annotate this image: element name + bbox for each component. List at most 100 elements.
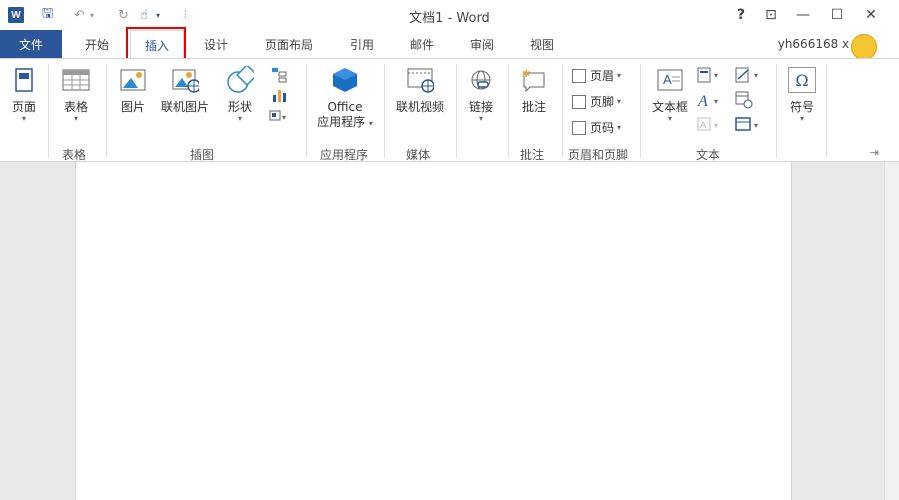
table-button[interactable]: 表格 ▾ — [56, 62, 96, 123]
symbol-caret-icon: ▾ — [799, 114, 804, 123]
footer-button[interactable]: 页脚 ▾ — [572, 93, 621, 110]
comment-label: 批注 — [521, 100, 546, 114]
pictures-button[interactable]: 图片 — [114, 62, 152, 114]
smartart-icon[interactable] — [265, 66, 293, 84]
tab-page-layout[interactable]: 页面布局 — [252, 30, 326, 58]
object-icon[interactable]: ▾ — [735, 117, 758, 131]
textbox-caret-icon: ▾ — [667, 114, 672, 123]
table-label: 表格 — [63, 100, 88, 114]
comments-group-label: 批注 — [520, 148, 545, 162]
chart-icon[interactable] — [265, 86, 293, 104]
table-caret-icon: ▾ — [73, 114, 78, 123]
page-number-label: 页码 — [590, 121, 615, 135]
tab-review[interactable]: 审阅 — [456, 30, 508, 58]
help-button[interactable]: ? — [728, 4, 754, 26]
comment-icon: ✱ — [520, 66, 548, 94]
svg-text:A: A — [700, 121, 707, 131]
textbox-button[interactable]: A 文本框 ▾ — [648, 62, 692, 123]
vertical-scrollbar[interactable] — [884, 162, 899, 500]
svg-text:▾: ▾ — [714, 71, 718, 80]
office-apps-caret-icon: ▾ — [368, 119, 373, 128]
pictures-label: 图片 — [120, 100, 145, 114]
symbol-button[interactable]: Ω 符号 ▾ — [784, 62, 820, 123]
tab-home[interactable]: 开始 — [70, 30, 124, 58]
maximize-button[interactable]: ☐ — [824, 4, 850, 26]
table-icon — [62, 66, 90, 94]
group-divider — [826, 64, 827, 158]
svg-text:▾: ▾ — [282, 113, 286, 122]
tab-design[interactable]: 设计 — [190, 30, 242, 58]
footer-icon — [572, 94, 586, 109]
office-apps-button[interactable]: Office 应用程序 ▾ — [312, 62, 378, 131]
page-number-button[interactable]: 页码 ▾ — [572, 119, 621, 136]
tab-file[interactable]: 文件 — [0, 30, 62, 58]
illustrations-group-label: 插图 — [190, 148, 215, 162]
header-label: 页眉 — [590, 69, 615, 83]
office-apps-label-row: 应用程序 ▾ — [317, 115, 373, 131]
tab-references[interactable]: 引用 — [336, 30, 388, 58]
tab-view[interactable]: 视图 — [516, 30, 568, 58]
comment-button[interactable]: ✱ 批注 — [514, 62, 554, 114]
shapes-caret-icon: ▾ — [237, 114, 242, 123]
group-divider — [48, 64, 49, 158]
header-icon — [572, 68, 586, 83]
page-number-icon — [572, 120, 586, 135]
svg-text:▾: ▾ — [714, 97, 718, 106]
links-label: 链接 — [468, 100, 493, 114]
footer-caret-icon: ▾ — [617, 97, 622, 106]
shapes-button[interactable]: 形状 ▾ — [220, 62, 260, 123]
quick-parts-icon[interactable]: ▾ — [697, 67, 718, 83]
svg-text:▾: ▾ — [754, 121, 758, 130]
ribbon-display-options-button[interactable]: ⊡ — [758, 4, 784, 26]
text-tools-grid: ▾ ▾ A ▾ A ▾ ▾ — [696, 66, 770, 138]
links-button[interactable]: 链接 ▾ — [460, 62, 502, 123]
online-pictures-button[interactable]: 联机图片 — [156, 62, 214, 114]
online-video-label: 联机视频 — [395, 100, 444, 114]
group-divider — [508, 64, 509, 158]
svg-text:▾: ▾ — [714, 121, 718, 130]
online-video-button[interactable]: 联机视频 — [390, 62, 450, 114]
office-apps-label-line2: 应用程序 — [317, 115, 366, 129]
online-pictures-label: 联机图片 — [160, 100, 209, 114]
group-divider — [106, 64, 107, 158]
header-button[interactable]: 页眉 ▾ — [572, 67, 621, 84]
online-picture-icon — [171, 66, 199, 94]
user-name[interactable]: yh666168 x — [778, 37, 849, 51]
textbox-label: 文本框 — [651, 100, 688, 114]
office-apps-icon — [331, 66, 359, 94]
svg-text:A: A — [663, 72, 672, 87]
avatar[interactable] — [851, 34, 877, 60]
group-divider — [562, 64, 563, 158]
tab-mailings[interactable]: 邮件 — [396, 30, 448, 58]
group-divider — [456, 64, 457, 158]
shapes-icon — [226, 66, 254, 94]
insert-tab-highlight — [126, 27, 186, 60]
shapes-label: 形状 — [227, 100, 252, 114]
textbox-icon: A — [656, 66, 684, 94]
office-apps-label-line1: Office — [327, 100, 363, 114]
drop-cap-icon[interactable]: A ▾ — [697, 117, 718, 131]
user-account[interactable]: yh666168 x ▾ — [778, 37, 857, 51]
group-divider — [306, 64, 307, 158]
minimize-button[interactable]: — — [790, 4, 816, 26]
pin-ribbon-icon[interactable]: ⇥ — [870, 146, 879, 159]
document-page[interactable] — [75, 162, 792, 500]
close-button[interactable]: ✕ — [858, 4, 884, 26]
signature-line-icon[interactable]: ▾ — [735, 67, 758, 83]
pages-button[interactable]: 页面 ▾ — [8, 62, 40, 123]
date-time-icon[interactable] — [735, 91, 753, 109]
page-number-caret-icon: ▾ — [617, 123, 622, 132]
wordart-icon[interactable]: A ▾ — [697, 93, 718, 110]
header-caret-icon: ▾ — [617, 71, 622, 80]
svg-text:✱: ✱ — [522, 69, 530, 80]
pages-caret-icon: ▾ — [21, 114, 26, 123]
illustration-extras[interactable]: ▾ — [264, 62, 294, 124]
title-bar: W 🖫 ↶ ▾ ↻ ☝ ▾ ⫶ 文档1 - Word ? ⊡ — ☐ ✕ — [0, 0, 899, 30]
svg-text:A: A — [697, 93, 708, 110]
omega-icon: Ω — [788, 66, 816, 94]
group-divider — [640, 64, 641, 158]
pages-label: 页面 — [11, 100, 36, 114]
screenshot-icon[interactable]: ▾ — [265, 106, 293, 124]
link-icon — [467, 66, 495, 94]
links-caret-icon: ▾ — [478, 114, 483, 123]
